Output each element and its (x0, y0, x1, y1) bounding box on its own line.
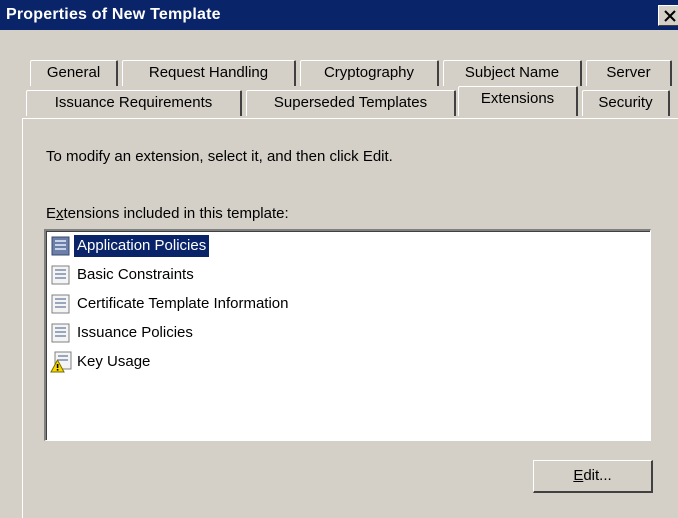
tab-request-handling[interactable]: Request Handling (122, 60, 296, 86)
tab-label: Superseded Templates (273, 94, 428, 111)
tab-issuance-requirements[interactable]: Issuance Requirements (26, 90, 242, 116)
tab-superseded-templates[interactable]: Superseded Templates (246, 90, 456, 116)
tab-label: Server (606, 64, 651, 81)
tab-extensions[interactable]: Extensions (458, 86, 578, 116)
tab-label: Security (598, 94, 653, 111)
extensions-panel (22, 118, 678, 518)
tab-label: Extensions (480, 90, 555, 107)
tab-label: Cryptography (323, 64, 415, 81)
window-title: Properties of New Template (6, 6, 221, 23)
tab-security[interactable]: Security (582, 90, 670, 116)
tab-general[interactable]: General (30, 60, 118, 86)
close-button[interactable] (658, 5, 678, 26)
close-icon (664, 10, 676, 22)
tab-server[interactable]: Server (586, 60, 672, 86)
tab-label: Subject Name (464, 64, 560, 81)
tab-subject-name[interactable]: Subject Name (443, 60, 582, 86)
title-bar: Properties of New Template (0, 0, 678, 30)
tab-label: Request Handling (148, 64, 269, 81)
tab-cryptography[interactable]: Cryptography (300, 60, 439, 86)
tab-label: General (46, 64, 101, 81)
tab-label: Issuance Requirements (54, 94, 213, 111)
